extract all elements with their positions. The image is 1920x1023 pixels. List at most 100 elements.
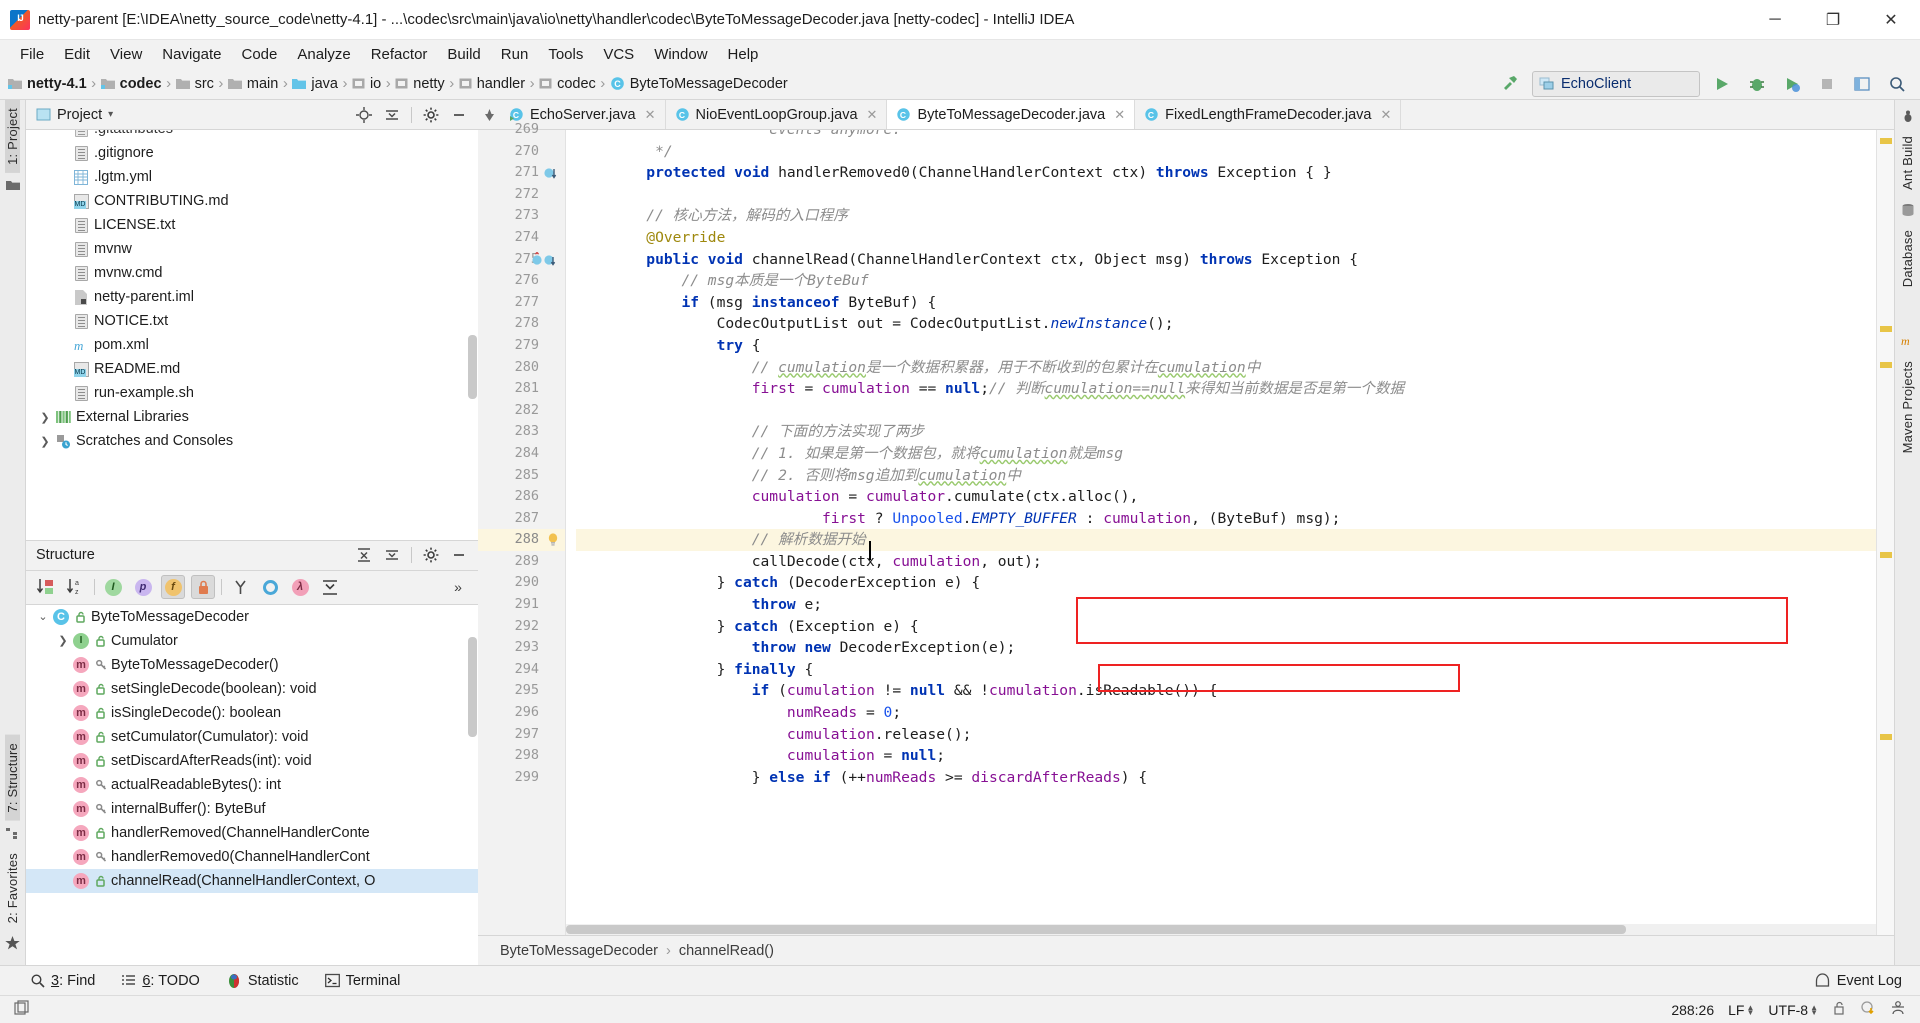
warning-marker[interactable]	[1880, 552, 1892, 558]
project-tree-item[interactable]: mvnw.cmd	[26, 261, 478, 285]
code-line[interactable]: } finally {	[576, 659, 1876, 681]
bottom-item-find[interactable]: 3: Find	[30, 973, 95, 989]
settings-gear-icon[interactable]	[422, 106, 440, 124]
code-line[interactable]: } else if (++numReads >= discardAfterRea…	[576, 767, 1876, 789]
code-line[interactable]: protected void handlerRemoved0(ChannelHa…	[576, 162, 1876, 184]
encoding-widget[interactable]: UTF-8 ▲ ▼	[1768, 1002, 1818, 1018]
event-log-button[interactable]: Event Log	[1815, 973, 1920, 989]
structure-tree-item[interactable]: m setCumulator(Cumulator): void	[26, 725, 478, 749]
structure-tree-item[interactable]: ❯ I Cumulator	[26, 629, 478, 653]
structure-tree[interactable]: ⌄ C ByteToMessageDecoder ❯ I Cumulator m ByteTo…	[26, 604, 478, 965]
structure-tree-item[interactable]: m setDiscardAfterReads(int): void	[26, 749, 478, 773]
expand-all-icon[interactable]	[355, 546, 373, 564]
show-lambdas-icon[interactable]: λ	[288, 575, 312, 599]
line-number[interactable]: 278	[478, 313, 565, 335]
project-tree-item[interactable]: .gitignore	[26, 141, 478, 165]
code-line[interactable]: // 1. 如果是第一个数据包，就将cumulation就是msg	[576, 443, 1876, 465]
line-number[interactable]: 298	[478, 745, 565, 767]
project-tree-item[interactable]: CONTRIBUTING.md	[26, 189, 478, 213]
breadcrumb-item-main[interactable]: main	[227, 76, 278, 92]
editor-tab-bytetomessagedecoder[interactable]: C ByteToMessageDecoder.java ✕	[887, 100, 1136, 129]
project-tree-item[interactable]: NOTICE.txt	[26, 309, 478, 333]
line-number[interactable]: 270	[478, 141, 565, 163]
project-tree[interactable]: .gitattributes .gitignore .lgtm.yml CONTRIB…	[26, 130, 478, 541]
project-tree-item[interactable]: run-example.sh	[26, 381, 478, 405]
ant-build-icon[interactable]	[1900, 108, 1916, 124]
maven-icon[interactable]: m	[1900, 333, 1916, 349]
database-icon[interactable]	[1900, 202, 1916, 218]
code-line[interactable]: cumulation = null;	[576, 745, 1876, 767]
code-line[interactable]: // 核心方法，解码的入口程序	[576, 205, 1876, 227]
project-tree-item[interactable]: .lgtm.yml	[26, 165, 478, 189]
editor-breadcrumb[interactable]: ByteToMessageDecoder › channelRead()	[478, 935, 1894, 965]
structure-tree-item[interactable]: m ByteToMessageDecoder()	[26, 653, 478, 677]
minimize-button[interactable]: ─	[1746, 0, 1804, 40]
line-number[interactable]: 281	[478, 378, 565, 400]
line-number[interactable]: 273	[478, 205, 565, 227]
breadcrumb-item-codec[interactable]: codec	[100, 76, 162, 92]
menu-item-refactor[interactable]: Refactor	[361, 43, 438, 66]
code-line[interactable]: } catch (DecoderException e) {	[576, 572, 1876, 594]
project-tree-item[interactable]: mvnw	[26, 237, 478, 261]
line-number[interactable]: 292	[478, 616, 565, 638]
menu-item-navigate[interactable]: Navigate	[152, 43, 231, 66]
close-tab-icon[interactable]: ✕	[867, 107, 878, 123]
chevron-right-icon[interactable]: ❯	[54, 634, 72, 647]
code-line[interactable]: first ? Unpooled.EMPTY_BUFFER : cumulati…	[576, 508, 1876, 530]
show-properties-icon[interactable]: p	[131, 575, 155, 599]
more-actions-icon[interactable]: »	[446, 575, 470, 599]
line-number[interactable]: 285	[478, 465, 565, 487]
close-button[interactable]: ✕	[1862, 0, 1920, 40]
collapse-all-icon[interactable]	[383, 546, 401, 564]
run-configuration-selector[interactable]: EchoClient	[1532, 70, 1700, 97]
line-number[interactable]: 287	[478, 508, 565, 530]
line-number-gutter[interactable]: 269 270 271 272 273 274 275 276 277 278 279 280 281 2…	[478, 121, 566, 935]
settings-gear-icon[interactable]	[422, 546, 440, 564]
show-interfaces-icon[interactable]	[258, 575, 282, 599]
structure-tree-item[interactable]: m actualReadableBytes(): int	[26, 773, 478, 797]
breadcrumb-item-netty-4-1[interactable]: netty-4.1	[8, 76, 87, 92]
stop-icon[interactable]	[1814, 71, 1840, 97]
editor-tab-fixedlengthframedecoder[interactable]: C FixedLengthFrameDecoder.java ✕	[1135, 100, 1402, 129]
error-marker-bar[interactable]	[1876, 130, 1894, 935]
debug-icon[interactable]	[1744, 71, 1770, 97]
chevron-right-icon[interactable]: ❯	[36, 411, 54, 424]
line-number[interactable]: 275	[478, 249, 565, 271]
search-everywhere-icon[interactable]	[1884, 71, 1910, 97]
breadcrumb-item-java[interactable]: java	[292, 76, 338, 92]
line-number[interactable]: 295	[478, 680, 565, 702]
menu-item-help[interactable]: Help	[718, 43, 769, 66]
code-line[interactable]: // 下面的方法实现了两步	[576, 421, 1876, 443]
maximize-button[interactable]: ❐	[1804, 0, 1862, 40]
menu-item-code[interactable]: Code	[231, 43, 287, 66]
line-number[interactable]: 286	[478, 486, 565, 508]
code-line[interactable]: if (cumulation != null && !cumulation.is…	[576, 680, 1876, 702]
expand-all-icon[interactable]	[318, 575, 342, 599]
close-tab-icon[interactable]: ✕	[1114, 107, 1125, 123]
structure-tree-item[interactable]: m setSingleDecode(boolean): void	[26, 677, 478, 701]
structure-tree-item[interactable]: m isSingleDecode(): boolean	[26, 701, 478, 725]
code-line[interactable]: @Override	[576, 227, 1876, 249]
structure-tree-item[interactable]: m internalBuffer(): ByteBuf	[26, 797, 478, 821]
warning-marker[interactable]	[1880, 138, 1892, 144]
project-tree-item[interactable]: netty-parent.iml	[26, 285, 478, 309]
line-number[interactable]: 284	[478, 443, 565, 465]
code-line[interactable]: */	[576, 141, 1876, 163]
sort-by-visibility-icon[interactable]	[34, 575, 58, 599]
favorites-star-icon[interactable]	[5, 935, 21, 951]
line-number[interactable]: 269	[478, 119, 565, 141]
line-number[interactable]: 277	[478, 292, 565, 314]
unlocked-icon[interactable]	[1832, 1001, 1846, 1018]
warning-marker[interactable]	[1880, 362, 1892, 368]
close-tab-icon[interactable]: ✕	[1381, 107, 1392, 123]
chevron-right-icon[interactable]: ❯	[36, 435, 54, 448]
code-line[interactable]: cumulation.release();	[576, 724, 1876, 746]
code-line[interactable]: callDecode(ctx, cumulation, out);	[576, 551, 1876, 573]
sidebar-item-database[interactable]: Database	[1900, 222, 1915, 295]
line-number[interactable]: 291	[478, 594, 565, 616]
line-number[interactable]: 271	[478, 162, 565, 184]
menu-item-edit[interactable]: Edit	[54, 43, 100, 66]
project-tree-item[interactable]: m pom.xml	[26, 333, 478, 357]
breadcrumb-item-handler[interactable]: handler	[459, 76, 525, 92]
code-line[interactable]: // 2. 否则将msg追加到cumulation中	[576, 465, 1876, 487]
